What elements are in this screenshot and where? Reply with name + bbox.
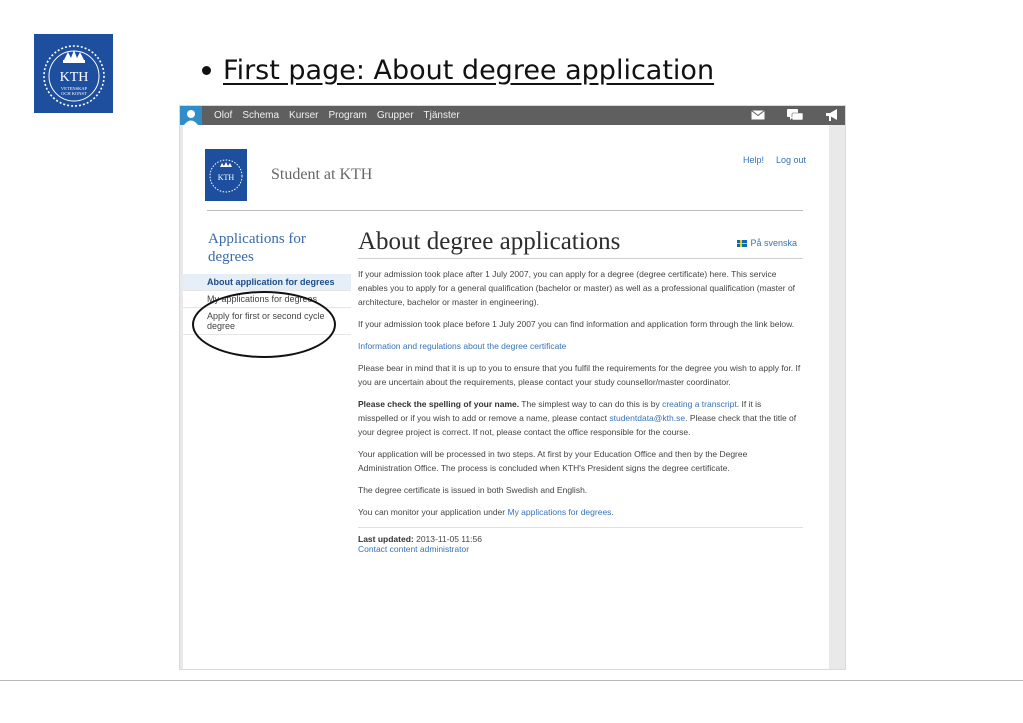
nav-item-program[interactable]: Program	[328, 110, 366, 121]
mail-icon[interactable]	[751, 110, 765, 120]
embedded-screenshot: Olof Schema Kurser Program Grupper Tjäns…	[179, 105, 846, 670]
chat-icon[interactable]	[787, 108, 803, 122]
sidebar-item-my-applications[interactable]: My applications for degrees	[183, 291, 351, 308]
logout-link[interactable]: Log out	[776, 155, 806, 165]
paragraph-before-2007: If your admission took place before 1 Ju…	[358, 319, 795, 329]
paragraph-process: Your application will be processed in tw…	[358, 449, 748, 473]
nav-item-olof[interactable]: Olof	[214, 110, 232, 121]
svg-text:KTH: KTH	[59, 70, 88, 85]
top-navigation-bar: Olof Schema Kurser Program Grupper Tjäns…	[180, 106, 845, 125]
paragraph-info-link: Information and regulations about the de…	[358, 339, 803, 353]
slide-title-text: First page: About degree application	[223, 55, 715, 86]
contact-admin-link[interactable]: Contact content administrator	[358, 544, 469, 554]
paragraph-languages: The degree certificate is issued in both…	[358, 485, 588, 495]
svg-text:KTH: KTH	[218, 173, 235, 182]
sidebar: Applications for degrees About applicati…	[183, 230, 351, 335]
bullet-icon	[202, 66, 211, 75]
header-divider	[207, 210, 803, 211]
header-links: Help! Log out	[743, 155, 806, 165]
swedish-flag-icon	[737, 239, 748, 247]
svg-text:OCH KONST: OCH KONST	[61, 91, 87, 96]
nav-item-grupper[interactable]: Grupper	[377, 110, 414, 121]
paragraph-name-check: Please check the spelling of your name. …	[358, 399, 797, 437]
page-header: KTH Student at KTH Help! Log out	[205, 143, 806, 201]
main-header: About degree applications På svenska	[358, 226, 803, 259]
studentdata-email-link[interactable]: studentdata@kth.se	[609, 413, 685, 423]
paragraph-intro: If your admission took place after 1 Jul…	[358, 269, 796, 307]
sidebar-title: Applications for degrees	[208, 231, 306, 265]
nav-item-tjanster[interactable]: Tjänster	[424, 110, 460, 121]
last-updated: Last updated: 2013-11-05 11:56	[358, 534, 482, 544]
paragraph-monitor: You can monitor your application under M…	[358, 507, 614, 517]
name-check-bold: Please check the spelling of your name.	[358, 399, 520, 409]
slide-title: First page: About degree application	[202, 55, 714, 86]
language-link-label[interactable]: På svenska	[750, 238, 797, 248]
info-regulations-link[interactable]: Information and regulations about the de…	[358, 341, 566, 351]
transcript-link[interactable]: creating a transcript	[662, 399, 737, 409]
student-page: KTH Student at KTH Help! Log out Applica…	[183, 125, 829, 669]
footer-divider	[358, 527, 803, 528]
topbar-icons	[751, 108, 839, 122]
my-applications-link[interactable]: My applications for degrees	[507, 507, 611, 517]
nav-item-schema[interactable]: Schema	[242, 110, 279, 121]
main-content: About degree applications På svenska If …	[358, 226, 803, 554]
sidebar-item-about-application[interactable]: About application for degrees	[183, 274, 351, 291]
sidebar-item-apply-degree[interactable]: Apply for first or second cycle degree	[183, 308, 351, 335]
slide: KTH VETENSKAP OCH KONST First page: Abou…	[0, 0, 1023, 723]
megaphone-icon[interactable]	[825, 108, 839, 122]
kth-crest-small-icon: KTH	[209, 159, 243, 193]
user-icon[interactable]	[180, 106, 202, 125]
help-link[interactable]: Help!	[743, 155, 764, 165]
nav-item-kurser[interactable]: Kurser	[289, 110, 318, 121]
paragraph-requirements: Please bear in mind that it is up to you…	[358, 363, 801, 387]
kth-small-logo[interactable]: KTH	[205, 149, 247, 201]
language-link[interactable]: På svenska	[737, 238, 797, 248]
site-title: Student at KTH	[271, 166, 373, 183]
page-title: About degree applications	[358, 228, 621, 255]
kth-logo: KTH VETENSKAP OCH KONST	[34, 34, 113, 113]
sidebar-menu: About application for degrees My applica…	[183, 274, 351, 335]
slide-bottom-divider	[0, 680, 1023, 681]
kth-crest-icon: KTH VETENSKAP OCH KONST	[42, 44, 105, 107]
